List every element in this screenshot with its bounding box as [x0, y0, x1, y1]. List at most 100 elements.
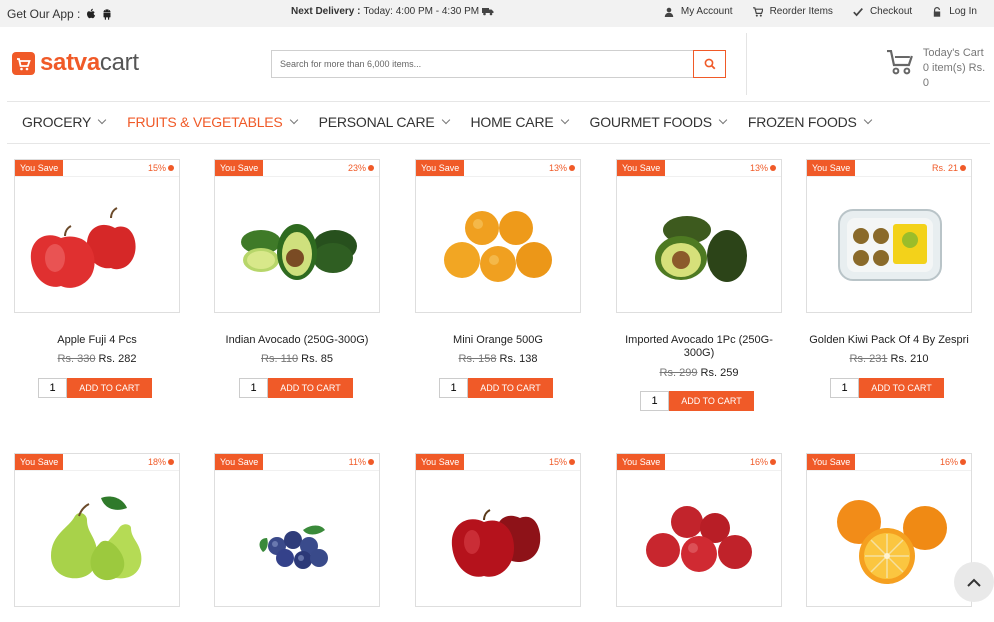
quantity-input[interactable] — [439, 378, 468, 398]
dot-icon — [168, 459, 174, 465]
add-to-cart-button[interactable]: ADD TO CART — [268, 378, 353, 398]
product-image[interactable] — [617, 178, 781, 312]
chevron-down-icon — [441, 115, 450, 125]
product-image[interactable] — [416, 178, 580, 312]
chevron-down-icon — [97, 115, 107, 125]
product-card[interactable]: You Save 13% — [616, 159, 782, 313]
product-card[interactable]: You Save 15% — [415, 453, 581, 607]
you-save-badge: You Save — [617, 454, 666, 470]
apple-icon[interactable] — [86, 8, 96, 20]
product-image[interactable] — [807, 178, 971, 312]
product-card[interactable]: You Save Rs. 21 — [806, 159, 972, 313]
product-image[interactable] — [15, 472, 179, 606]
chevron-down-icon — [289, 115, 298, 125]
dot-icon — [770, 165, 776, 171]
quantity-input[interactable] — [830, 378, 859, 398]
product-price: Rs. 110 Rs. 85 — [261, 353, 333, 365]
nav-home-care[interactable]: HOME CARE — [471, 114, 569, 130]
check-icon — [853, 7, 863, 16]
header-divider — [746, 33, 747, 95]
product-image[interactable] — [215, 472, 379, 606]
my-account-link[interactable]: My Account — [664, 6, 733, 17]
shopping-cart-icon — [886, 49, 913, 75]
product-name[interactable]: Mini Orange 500G — [415, 334, 581, 347]
product-card[interactable]: You Save 18% — [14, 453, 180, 607]
you-save-badge: You Save — [416, 160, 465, 176]
dot-icon — [569, 165, 575, 171]
save-amount: Rs. 21 — [932, 160, 966, 176]
product-card[interactable]: You Save 11% — [214, 453, 380, 607]
product-name[interactable]: Indian Avocado (250G-300G) — [214, 334, 380, 347]
truck-icon — [482, 8, 494, 16]
product-image[interactable] — [416, 472, 580, 606]
save-amount: 15% — [148, 160, 174, 176]
nav-gourmet-foods[interactable]: GOURMET FOODS — [590, 114, 728, 130]
product-name[interactable]: Apple Fuji 4 Pcs — [14, 334, 180, 347]
product-card[interactable]: You Save 23% — [214, 159, 380, 313]
account-links: My Account Reorder Items Checkout Log In — [664, 6, 977, 17]
category-nav: GROCERY FRUITS & VEGETABLES PERSONAL CAR… — [22, 114, 893, 130]
add-to-cart-button[interactable]: ADD TO CART — [859, 378, 944, 398]
save-amount: 13% — [549, 160, 575, 176]
nav-frozen-foods[interactable]: FROZEN FOODS — [748, 114, 872, 130]
product-image[interactable] — [617, 472, 781, 606]
reorder-items-link[interactable]: Reorder Items — [752, 6, 833, 17]
quantity-input[interactable] — [640, 391, 669, 411]
save-amount: 18% — [148, 454, 174, 470]
header-rule — [7, 101, 990, 102]
product-price: Rs. 299 Rs. 259 — [659, 367, 739, 379]
scroll-to-top-button[interactable] — [954, 562, 994, 602]
product-image[interactable] — [807, 472, 971, 606]
checkout-link[interactable]: Checkout — [853, 6, 912, 17]
add-to-cart-button[interactable]: ADD TO CART — [468, 378, 553, 398]
login-link[interactable]: Log In — [932, 6, 977, 17]
search-button[interactable] — [693, 50, 726, 78]
quantity-input[interactable] — [239, 378, 268, 398]
dot-icon — [770, 459, 776, 465]
delivery-value: Today: 4:00 PM - 4:30 PM — [363, 6, 480, 17]
quantity-input[interactable] — [38, 378, 67, 398]
add-to-cart-button[interactable]: ADD TO CART — [67, 378, 152, 398]
product-card[interactable]: You Save 13% — [415, 159, 581, 313]
search-icon — [704, 58, 715, 70]
chevron-down-icon — [560, 115, 569, 125]
chevron-down-icon — [863, 115, 872, 125]
search-input[interactable] — [272, 51, 693, 77]
add-to-cart-row: ADD TO CART — [640, 391, 754, 411]
add-to-cart-row: ADD TO CART — [439, 378, 553, 398]
delivery-label: Next Delivery : — [291, 6, 361, 17]
add-to-cart-row: ADD TO CART — [38, 378, 152, 398]
nav-grocery[interactable]: GROCERY — [22, 114, 107, 130]
dot-icon — [168, 165, 174, 171]
product-card[interactable]: You Save 15% — [14, 159, 180, 313]
product-name[interactable]: Imported Avocado 1Pc (250G-300G) — [616, 334, 782, 360]
you-save-badge: You Save — [215, 454, 264, 470]
next-delivery: Next Delivery : Today: 4:00 PM - 4:30 PM — [291, 6, 494, 17]
product-image[interactable] — [15, 178, 179, 312]
nav-rule — [7, 143, 990, 144]
add-to-cart-button[interactable]: ADD TO CART — [669, 391, 754, 411]
cart-icon — [752, 6, 763, 17]
save-amount: 16% — [940, 454, 966, 470]
cart-summary: Today's Cart 0 item(s) Rs. 0 — [922, 47, 986, 89]
you-save-badge: You Save — [416, 454, 465, 470]
logo-wordmark: satvacart — [40, 49, 139, 76]
search-bar — [271, 50, 726, 78]
product-image[interactable] — [215, 178, 379, 312]
todays-cart[interactable]: Today's Cart 0 item(s) Rs. 0 — [885, 46, 994, 91]
add-to-cart-row: ADD TO CART — [830, 378, 944, 398]
satvacart-logo[interactable]: satvacart — [12, 49, 139, 77]
you-save-badge: You Save — [15, 454, 64, 470]
you-save-badge: You Save — [215, 160, 264, 176]
dot-icon — [960, 165, 966, 171]
save-amount: 16% — [750, 454, 776, 470]
product-name[interactable]: Golden Kiwi Pack Of 4 By Zespri — [806, 334, 972, 347]
product-card[interactable]: You Save 16% — [806, 453, 972, 607]
nav-personal-care[interactable]: PERSONAL CARE — [319, 114, 450, 130]
you-save-badge: You Save — [617, 160, 666, 176]
product-price: Rs. 231 Rs. 210 — [849, 353, 929, 365]
android-icon[interactable] — [102, 8, 112, 20]
nav-fruits-vegetables[interactable]: FRUITS & VEGETABLES — [127, 114, 298, 130]
product-card[interactable]: You Save 16% — [616, 453, 782, 607]
chevron-down-icon — [718, 115, 728, 125]
